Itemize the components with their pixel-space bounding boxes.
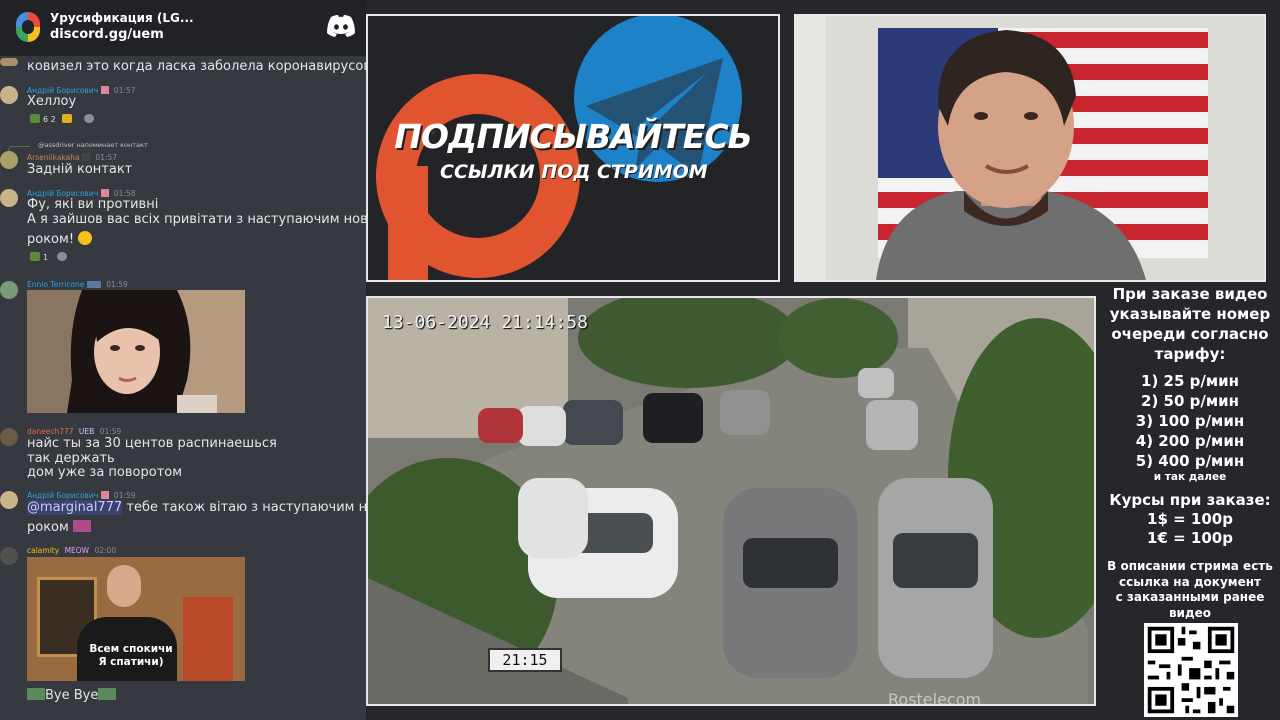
order-heading: При заказе видео указывайте номер очеред…: [1109, 285, 1271, 363]
bye-emoji-icon: [27, 688, 45, 700]
reactions-row[interactable]: 1: [30, 252, 70, 262]
avatar[interactable]: [0, 491, 18, 509]
promo-subtitle: ССЫЛКИ ПОД СТРИМОМ: [440, 161, 708, 183]
author-name[interactable]: daneech777: [27, 427, 74, 436]
add-reaction-icon[interactable]: [83, 114, 94, 123]
avatar[interactable]: [0, 281, 18, 299]
server-invite-link[interactable]: discord.gg/uem: [50, 27, 164, 42]
price-tier: 1) 25 р/мин: [1141, 372, 1239, 390]
hand-emoji-icon: [62, 114, 73, 123]
message-author-row: calamity MEOW 02:00: [27, 546, 116, 555]
cctv-timestamp: 13-06-2024 21:14:58: [382, 312, 588, 333]
discord-logo-icon: [327, 15, 355, 37]
message-text: Bye Bye: [27, 688, 117, 703]
message-text: Фу, які ви противні: [27, 197, 159, 212]
message-text: Задній контакт: [27, 162, 133, 177]
cctv-clock: 21:15: [488, 648, 562, 672]
and-so-on-note: и так далее: [1153, 471, 1227, 483]
server-header: Урусификация (LG... discord.gg/uem: [0, 0, 366, 56]
cctv-stream-panel: 13-06-2024 21:14:58 21:15 Rostelecom: [366, 296, 1096, 706]
face: [107, 565, 141, 607]
avatar[interactable]: [0, 428, 18, 446]
order-info-panel: При заказе видео указывайте номер очеред…: [1100, 282, 1280, 720]
server-icon: [16, 12, 40, 42]
avatar[interactable]: [0, 86, 18, 104]
subscribe-promo-panel: ПОДПИСЫВАЙТЕСЬ ССЫЛКИ ПОД СТРИМОМ: [366, 14, 780, 282]
avatar[interactable]: [0, 547, 18, 565]
message-time: 01:59: [113, 491, 136, 500]
message-text: роком!: [27, 231, 93, 247]
message-text: @marginal777 тебе також вітаю з наступаю…: [27, 500, 366, 515]
author-name[interactable]: Arseniikakaha: [27, 153, 80, 162]
reply-preview[interactable]: @assdriver напоминает контакт: [38, 141, 148, 149]
telegram-logo-icon: [574, 16, 742, 182]
message-text: Хеллоу: [27, 94, 77, 109]
message-time: 01:57: [95, 153, 118, 162]
message-text: А я зайшов вас всіх привітати з наступаю…: [27, 212, 366, 227]
role-badge-icon: [86, 281, 101, 288]
attached-image[interactable]: [27, 290, 245, 413]
role-badge-icon: [100, 189, 109, 197]
webcam-feed: [796, 16, 1264, 280]
cctv-watermark: Rostelecom: [888, 690, 982, 706]
user-mention[interactable]: @marginal777: [27, 500, 123, 515]
role-badge: UEB: [78, 427, 95, 436]
author-name[interactable]: calamity: [27, 546, 59, 555]
avatar[interactable]: [0, 151, 18, 169]
gift-emoji-icon: [72, 520, 91, 532]
money-emoji-icon: [30, 114, 40, 123]
message-text: найс ты за 30 центов распинаешься: [27, 436, 277, 451]
author-name[interactable]: Ennio Terricone: [27, 280, 84, 289]
price-tier: 3) 100 р/мин: [1135, 412, 1245, 430]
role-badge: MEOW: [64, 546, 90, 555]
message-time: 01:59: [99, 427, 122, 436]
price-tier: 4) 200 р/мин: [1135, 432, 1245, 450]
money-emoji-icon: [30, 252, 40, 261]
message-time: 01:59: [106, 280, 128, 289]
role-badge-icon: [100, 491, 109, 499]
qr-code-icon[interactable]: [1144, 623, 1238, 717]
message-text: ковизел это когда ласка заболела коронав…: [27, 59, 366, 74]
price-tier: 2) 50 р/мин: [1141, 392, 1239, 410]
message-time: 01:57: [113, 86, 136, 95]
message-text: дом уже за поворотом: [27, 465, 183, 480]
message-author-row: Arseniikakaha 01:57: [27, 153, 117, 162]
message-text: роком: [27, 520, 91, 535]
message-author-row: daneech777 UEB 01:59: [27, 427, 121, 436]
price-tiers: 1) 25 р/мин 2) 50 р/мин 3) 100 р/мин 4) …: [1100, 371, 1280, 471]
message-author-row: Ennio Terricone 01:59: [27, 280, 128, 289]
price-tier: 5) 400 р/мин: [1135, 452, 1245, 470]
author-name[interactable]: Андрій Борисович: [27, 491, 98, 500]
promo-title: ПОДПИСЫВАЙТЕСЬ: [394, 117, 752, 156]
message-text: так держать: [27, 451, 115, 466]
avatar[interactable]: [0, 189, 18, 207]
surprised-emoji-icon: [78, 231, 93, 245]
exchange-rates: Курсы при заказе: 1$ = 100р 1€ = 100р: [1109, 491, 1271, 547]
server-name: Урусификация (LG...: [50, 11, 194, 25]
image-caption: Всем спокичи Я спатичи): [89, 643, 173, 668]
message-time: 02:00: [94, 546, 117, 555]
cctv-feed: [368, 298, 1094, 704]
description-note: В описании стрима есть ссылка на докумен…: [1107, 559, 1273, 620]
attached-image[interactable]: Всем спокичи Я спатичи): [27, 557, 245, 681]
discord-chat-overlay: Урусификация (LG... discord.gg/uem ковиз…: [0, 0, 366, 720]
message-author-row: Андрій Борисович 01:59: [27, 491, 136, 500]
avatar[interactable]: [0, 58, 18, 66]
role-badge-icon: [82, 153, 91, 161]
add-reaction-icon[interactable]: [56, 252, 67, 261]
webcam-panel: [794, 14, 1266, 282]
door: [183, 597, 233, 681]
reactions-row[interactable]: 6 2: [30, 114, 97, 124]
role-badge-icon: [100, 86, 109, 94]
bye-emoji-icon: [98, 688, 117, 700]
